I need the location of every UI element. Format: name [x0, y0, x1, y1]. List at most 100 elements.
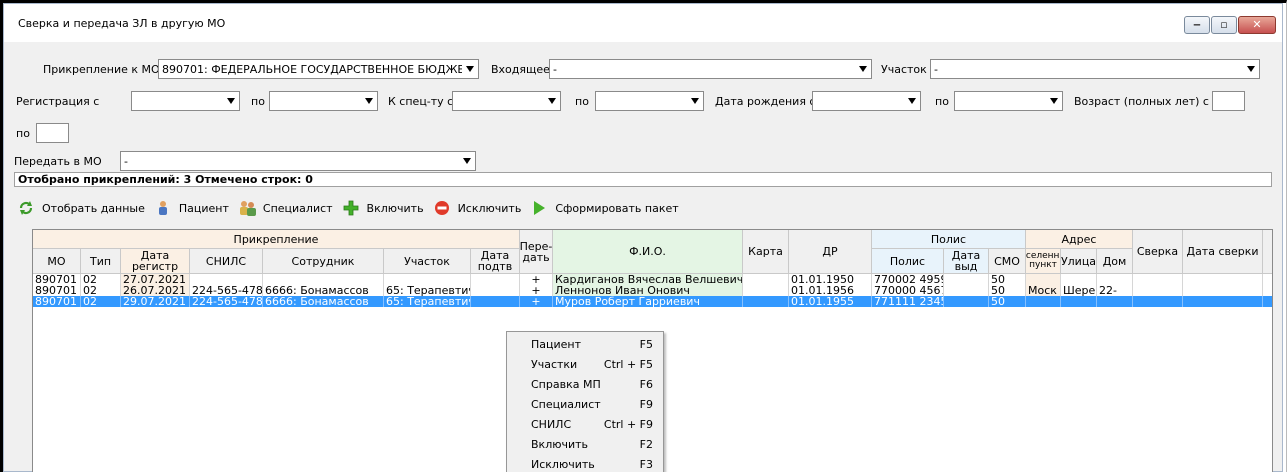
reg-from-label: Регистрация с [16, 95, 100, 108]
menu-item-label: Специалист [531, 398, 601, 411]
birth-from-date[interactable] [812, 91, 921, 111]
cell-confirm-date [471, 274, 520, 285]
context-menu: Пациент F5 Участки Ctrl + F5 Справка МП F6 … [506, 331, 664, 472]
specialist-icon [239, 200, 257, 216]
cell-transfer[interactable]: + [520, 274, 553, 285]
cell-fio: Муров Роберт Гарриевич [553, 296, 743, 307]
window-controls: ‒ ▫ ✕ [1183, 16, 1276, 34]
cell-fio: Кардиганов Вячеслав Велшевич [553, 274, 743, 285]
column-header-check[interactable]: Сверка [1133, 230, 1183, 274]
cell-smo: 50 [989, 296, 1026, 307]
menu-item-label: Исключить [531, 458, 595, 471]
menu-item-specialist[interactable]: Специалист F9 [507, 394, 663, 415]
cell-fio: Леннонов Иван Онович [553, 285, 743, 296]
include-label: Включить [366, 201, 424, 215]
menu-item-patient[interactable]: Пациент F5 [507, 334, 663, 355]
title-bar: Сверка и передача ЗЛ в другую МО ‒ ▫ ✕ [4, 4, 1282, 42]
exclude-button[interactable]: Исключить [434, 200, 522, 216]
birth-to-date[interactable] [954, 91, 1063, 111]
column-header-district[interactable]: Участок [384, 249, 471, 274]
spec-from-label: К спец-ту с [388, 95, 454, 108]
specialist-label: Специалист [262, 201, 333, 215]
specialist-button[interactable]: Специалист [239, 200, 333, 216]
table-row[interactable]: 890701 02 27.07.2021 + Кардиганов Вячесл… [33, 274, 1272, 285]
refresh-icon [18, 200, 36, 216]
cell-issue-date [944, 285, 989, 296]
menu-item-shortcut: F6 [639, 378, 653, 391]
fetch-data-button[interactable]: Отобрать данные [18, 200, 145, 216]
menu-item-shortcut: F2 [639, 438, 653, 451]
group-header-attachment: Прикрепление [33, 230, 520, 249]
patient-button[interactable]: Пациент [155, 200, 229, 216]
cell-snils: 224-565-478 3 [192, 296, 263, 307]
table-row-selected[interactable]: 890701 02 29.07.2021 224-565-478 3 6666:… [33, 296, 1272, 307]
menu-item-shortcut: F3 [639, 458, 653, 471]
cell-transfer[interactable]: + [520, 285, 553, 296]
menu-item-shortcut: F9 [639, 398, 653, 411]
chevron-down-icon [466, 66, 474, 72]
column-header-employee[interactable]: Сотрудник [263, 249, 384, 274]
column-header-transfer[interactable]: Пере-дать [520, 230, 553, 274]
age-to-input[interactable] [36, 123, 69, 143]
column-header-confirm-date[interactable]: Дата подтв [471, 249, 520, 274]
maximize-button[interactable]: ▫ [1211, 16, 1237, 34]
column-header-mo[interactable]: МО [33, 249, 81, 274]
cell-smo: 50 [989, 285, 1026, 296]
attach-mo-select[interactable]: 890701: ФЕДЕРАЛЬНОЕ ГОСУДАРСТВЕННОЕ БЮДЖ… [158, 59, 479, 79]
age-from-input[interactable] [1212, 91, 1245, 111]
minimize-button[interactable]: ‒ [1184, 16, 1210, 34]
chevron-down-icon [463, 158, 471, 164]
attach-mo-value: 890701: ФЕДЕРАЛЬНОЕ ГОСУДАРСТВЕННОЕ БЮДЖ… [162, 63, 462, 76]
column-header-fio[interactable]: Ф.И.О. [553, 230, 743, 274]
menu-item-districts[interactable]: Участки Ctrl + F5 [507, 354, 663, 375]
column-header-smo[interactable]: СМО [989, 249, 1026, 274]
column-header-issue-date[interactable]: Дата выд [944, 249, 989, 274]
cell-mo: 890701 [33, 274, 81, 285]
transfer-mo-select[interactable]: - [120, 151, 476, 171]
column-header-street[interactable]: Улица [1061, 249, 1097, 274]
cell-confirm-date [471, 285, 520, 296]
cell-smo: 50 [989, 274, 1026, 285]
column-header-settlement[interactable]: Населенный пункт [1026, 249, 1061, 274]
cell-transfer[interactable]: + [520, 296, 553, 307]
spec-from-date[interactable] [452, 91, 561, 111]
reg-to-date[interactable] [269, 91, 378, 111]
cell-reg-date: 27.07.2021 [121, 274, 190, 285]
menu-item-include[interactable]: Включить F2 [507, 434, 663, 455]
column-header-reg-date[interactable]: Дата регистр [121, 249, 190, 274]
spec-to-date[interactable] [595, 91, 704, 111]
menu-item-exclude[interactable]: Исключить F3 [507, 454, 663, 472]
column-header-policy[interactable]: Полис [872, 249, 944, 274]
cell-street: Шере [1063, 285, 1097, 296]
column-header-dob[interactable]: ДР [789, 230, 872, 274]
column-header-snils[interactable]: СНИЛС [190, 249, 263, 274]
column-header-check-date[interactable]: Дата сверки [1183, 230, 1263, 274]
cell-snils [190, 274, 263, 285]
spec-to-label: по [575, 95, 589, 108]
column-header-card[interactable]: Карта [743, 230, 789, 274]
include-button[interactable]: Включить [343, 200, 424, 216]
cell-dob: 01.01.1950 [789, 274, 872, 285]
age-to-label: по [16, 127, 30, 140]
birth-from-label: Дата рождения с [715, 95, 816, 108]
menu-item-snils[interactable]: СНИЛС Ctrl + F9 [507, 414, 663, 435]
district-select[interactable]: - [930, 59, 1260, 79]
patient-icon [155, 200, 173, 216]
menu-item-certificate[interactable]: Справка МП F6 [507, 374, 663, 395]
exclude-label: Исключить [457, 201, 522, 215]
cell-issue-date [944, 274, 989, 285]
close-button[interactable]: ✕ [1238, 16, 1276, 34]
chevron-down-icon [1050, 98, 1058, 104]
incoming-select[interactable]: - [549, 59, 872, 79]
build-package-label: Сформировать пакет [555, 201, 679, 215]
plus-icon [343, 200, 361, 216]
column-header-type[interactable]: Тип [81, 249, 121, 274]
table-row[interactable]: 890701 02 26.07.2021 224-565-478 3 6666:… [33, 285, 1272, 296]
district-label: Участок [881, 63, 927, 76]
build-package-button[interactable]: Сформировать пакет [531, 200, 679, 216]
column-header-house[interactable]: Дом [1097, 249, 1133, 274]
cell-street [1061, 296, 1097, 307]
menu-item-label: Пациент [531, 338, 582, 351]
reg-from-date[interactable] [131, 91, 240, 111]
cell-house: 22- [1097, 285, 1133, 296]
